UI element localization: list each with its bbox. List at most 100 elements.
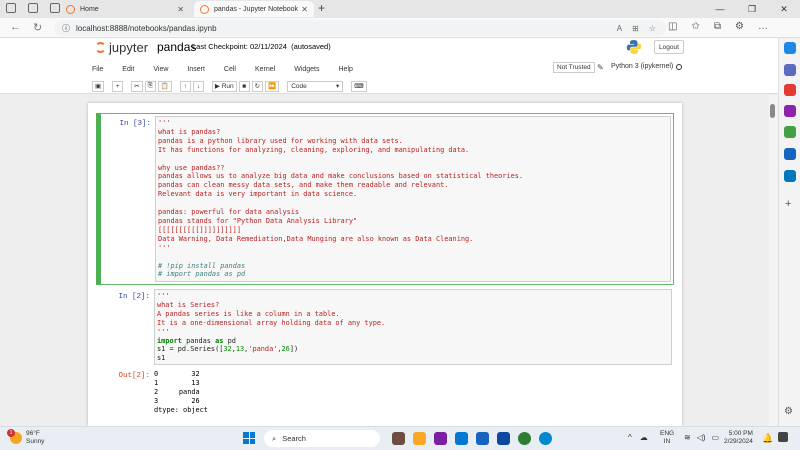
extensions-icon[interactable]: ⚙ bbox=[735, 21, 744, 32]
teams-icon[interactable] bbox=[434, 432, 447, 445]
url-field[interactable]: ⓘ localhost:8888/notebooks/pandas.ipynb … bbox=[54, 20, 666, 36]
cell-input-editor[interactable]: ''' what is Series? A pandas series is l… bbox=[154, 289, 672, 365]
menu-kernel[interactable]: Kernel bbox=[255, 66, 275, 73]
edge-icon[interactable] bbox=[455, 432, 468, 445]
clock[interactable]: 5:00 PM 2/29/2024 bbox=[724, 430, 753, 446]
input-prompt: In [3]: bbox=[119, 120, 151, 128]
wifi-icon: ≋ bbox=[684, 433, 691, 442]
menu-view[interactable]: View bbox=[153, 66, 168, 73]
output-line: 1 13 bbox=[154, 378, 200, 387]
notebook-name[interactable]: pandas bbox=[157, 40, 196, 54]
telegram-icon[interactable] bbox=[539, 432, 552, 445]
designer-icon[interactable] bbox=[784, 170, 796, 182]
games-icon[interactable] bbox=[784, 126, 796, 138]
sidebar-settings-icon[interactable]: ⚙ bbox=[784, 406, 793, 417]
paste-icon[interactable]: 📋 bbox=[157, 80, 172, 92]
jupyter-logo[interactable]: jupyter bbox=[95, 40, 148, 55]
save-icon[interactable]: ▣ bbox=[92, 80, 105, 92]
collections-icon[interactable]: ⧉ bbox=[714, 21, 721, 32]
search-sidebar-icon[interactable] bbox=[784, 64, 796, 76]
weather-desc: Sunny bbox=[26, 437, 45, 445]
more-menu-icon[interactable]: … bbox=[758, 21, 768, 32]
code-keyword: as bbox=[215, 336, 224, 345]
refresh-icon[interactable]: ↻ bbox=[33, 21, 42, 34]
close-tab-icon[interactable]: ✕ bbox=[301, 5, 308, 14]
checkpoint-status: Last Checkpoint: 02/11/2024 (autosaved) bbox=[192, 42, 331, 51]
app-available-icon[interactable]: ⊞ bbox=[632, 24, 639, 33]
tab-actions-icon[interactable] bbox=[50, 3, 60, 13]
maximize-icon[interactable]: ❐ bbox=[736, 0, 768, 18]
minimize-icon[interactable]: — bbox=[704, 0, 736, 18]
add-sidebar-icon[interactable]: + bbox=[785, 198, 791, 210]
favorite-star-icon[interactable]: ☆ bbox=[649, 24, 656, 33]
copilot-taskbar-icon[interactable] bbox=[778, 432, 788, 442]
store-icon[interactable] bbox=[497, 432, 510, 445]
file-explorer-icon[interactable] bbox=[413, 432, 426, 445]
menu-insert[interactable]: Insert bbox=[187, 66, 205, 73]
shopping-icon[interactable] bbox=[784, 84, 796, 96]
tools-icon[interactable] bbox=[784, 105, 796, 117]
jupyter-logo-text: jupyter bbox=[109, 40, 149, 55]
chevron-up-icon[interactable]: ^ bbox=[628, 433, 632, 442]
outlook-icon[interactable] bbox=[784, 148, 796, 160]
command-palette-icon[interactable]: ⌨ bbox=[351, 80, 367, 92]
onedrive-cloud-icon[interactable]: ☁ bbox=[640, 433, 648, 442]
move-up-icon[interactable]: ↑ bbox=[179, 80, 191, 92]
run-button[interactable]: ▶ Run bbox=[211, 80, 237, 92]
weather-widget[interactable]: 1 96°F Sunny bbox=[7, 428, 45, 445]
close-window-icon[interactable]: ✕ bbox=[768, 0, 800, 18]
notification-bell-icon[interactable]: 🔔 bbox=[762, 433, 773, 444]
tab-notebook[interactable]: pandas - Jupyter Notebook ✕ bbox=[194, 1, 314, 17]
quick-settings[interactable]: ≋ ◁) ▭ bbox=[684, 433, 719, 442]
outlook-app-icon[interactable] bbox=[476, 432, 489, 445]
menu-file[interactable]: File bbox=[92, 66, 103, 73]
menu-edit[interactable]: Edit bbox=[122, 66, 134, 73]
tab-notebook-label: pandas - Jupyter Notebook bbox=[214, 5, 299, 13]
move-down-icon[interactable]: ↓ bbox=[192, 80, 204, 92]
cell-code: ''' what is pandas? pandas is a python l… bbox=[156, 117, 670, 281]
language-indicator[interactable]: ENG IN bbox=[660, 430, 674, 446]
cut-icon[interactable]: ✂ bbox=[131, 80, 143, 92]
weather-badge: 1 bbox=[7, 428, 15, 437]
insert-cell-icon[interactable]: + bbox=[112, 80, 124, 92]
menu-widgets[interactable]: Widgets bbox=[294, 66, 319, 73]
kernel-indicator[interactable]: Python 3 (ipykernel) bbox=[611, 63, 683, 70]
code-alias: pd bbox=[227, 336, 236, 345]
code-cell[interactable]: In [3]: ''' what is pandas? pandas is a … bbox=[96, 113, 674, 285]
back-icon[interactable]: ← bbox=[10, 21, 21, 33]
tab-home[interactable]: Home ✕ bbox=[60, 1, 190, 17]
info-icon[interactable]: ⓘ bbox=[62, 23, 70, 34]
copilot-icon[interactable] bbox=[784, 42, 796, 54]
code-cell[interactable]: In [2]: ''' what is Series? A pandas ser… bbox=[96, 289, 674, 426]
close-tab-icon[interactable]: ✕ bbox=[177, 5, 184, 14]
read-aloud-icon[interactable]: A bbox=[617, 24, 622, 33]
code-text: s1 = pd.Series([ bbox=[157, 345, 224, 354]
cell-code: ''' what is Series? A pandas series is l… bbox=[155, 290, 671, 365]
taskbar-search[interactable]: ⌕ Search bbox=[264, 430, 380, 447]
new-tab-button[interactable]: + bbox=[318, 1, 325, 15]
copilot-app-icon[interactable] bbox=[392, 432, 405, 445]
notebook-toolbar: ▣ + ✂ ⎘ 📋 ↑ ↓ ▶ Run ■ ↻ ⏩ Code ▾ ⌨ bbox=[92, 80, 367, 92]
page-scrollbar[interactable] bbox=[769, 95, 777, 426]
profile-icon[interactable] bbox=[6, 3, 16, 13]
logout-button[interactable]: Logout bbox=[654, 40, 684, 54]
code-line: pandas is a python library used for work… bbox=[158, 136, 403, 145]
cell-input-editor[interactable]: ''' what is pandas? pandas is a python l… bbox=[155, 116, 671, 282]
scrollbar-thumb[interactable] bbox=[770, 104, 775, 118]
sun-icon: 1 bbox=[7, 428, 22, 444]
interrupt-icon[interactable]: ■ bbox=[238, 80, 250, 92]
output-line: 3 26 bbox=[154, 396, 200, 405]
code-line: pandas: powerful for data analysis bbox=[158, 208, 300, 217]
menu-help[interactable]: Help bbox=[339, 66, 353, 73]
restart-run-all-icon[interactable]: ⏩ bbox=[265, 80, 280, 92]
chrome-icon[interactable] bbox=[518, 432, 531, 445]
copy-icon[interactable]: ⎘ bbox=[144, 80, 156, 92]
favorites-icon[interactable]: ✩ bbox=[691, 21, 699, 32]
menu-cell[interactable]: Cell bbox=[224, 66, 236, 73]
windows-start-icon[interactable] bbox=[243, 432, 255, 444]
restart-icon[interactable]: ↻ bbox=[251, 80, 264, 92]
trust-button[interactable]: Not Trusted bbox=[553, 62, 595, 73]
cell-type-select[interactable]: Code ▾ bbox=[287, 80, 344, 92]
workspaces-icon[interactable] bbox=[28, 3, 38, 13]
split-screen-icon[interactable]: ◫ bbox=[668, 21, 677, 32]
